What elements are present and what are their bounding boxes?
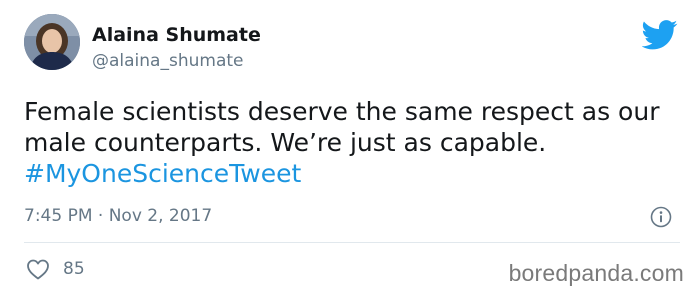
tweet-timestamp[interactable]: 7:45 PM · Nov 2, 2017: [24, 205, 212, 227]
profile-photo: [24, 14, 80, 70]
tweet-line-1: Female scientists deserve the same respe…: [24, 97, 660, 126]
info-icon[interactable]: [650, 206, 672, 228]
heart-icon: [27, 259, 49, 280]
author-name[interactable]: Alaina Shumate: [92, 23, 261, 47]
tweet-line-2: male counterparts. We’re just as capable…: [24, 128, 547, 157]
like-count: 85: [63, 259, 85, 279]
avatar[interactable]: [24, 14, 80, 70]
hashtag-link[interactable]: #MyOneScienceTweet: [24, 158, 684, 189]
watermark: boredpanda.com: [508, 260, 684, 286]
divider: [24, 242, 680, 243]
tweet-text: Female scientists deserve the same respe…: [24, 96, 684, 189]
author-handle[interactable]: @alaina_shumate: [92, 50, 243, 72]
twitter-bird-icon[interactable]: [642, 20, 678, 50]
like-button[interactable]: 85: [26, 258, 85, 280]
